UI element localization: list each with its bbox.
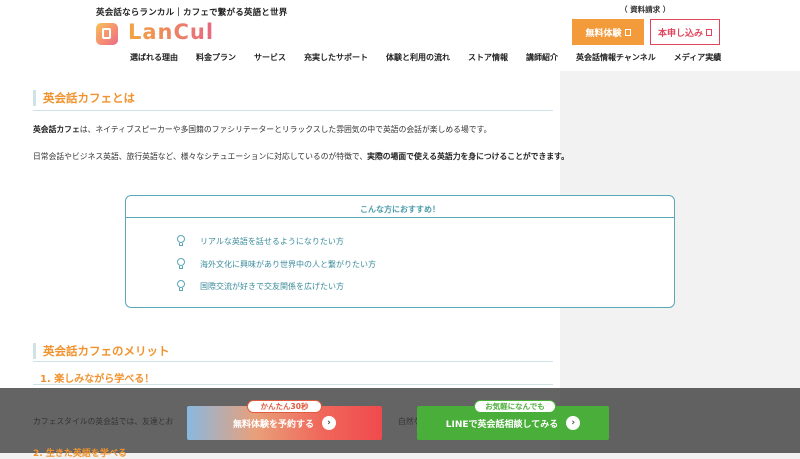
lightbulb-icon (176, 280, 186, 292)
free-trial-button[interactable]: 無料体験 (572, 19, 644, 45)
section-heading-what-is: 英会話カフェとは (33, 90, 135, 106)
section-heading-merits: 英会話カフェのメリット (33, 343, 170, 359)
recommend-divider (126, 217, 674, 218)
main-nav: 選ばれる理由 料金プラン サービス 充実したサポート 体験と利用の流れ ストア情… (130, 52, 739, 66)
logo-icon (96, 23, 118, 45)
line-badge: お気軽になんでも (474, 400, 556, 413)
line-consult-label: LINEで英会話相談してみる (445, 419, 559, 430)
recommend-item: リアルな英語を話せるようになりたい方 (176, 235, 344, 247)
nav-item-media[interactable]: メディア実績 (674, 52, 721, 66)
nav-item-channel[interactable]: 英会話情報チャンネル (576, 52, 656, 66)
nav-item-services[interactable]: サービス (254, 52, 286, 66)
nav-item-flow[interactable]: 体験と利用の流れ (386, 52, 450, 66)
intro-paragraph: 英会話カフェは、ネイティブスピーカーや多国籍のファシリテーターとリラックスした雰… (33, 124, 491, 135)
merit-subheading-1: 1. 楽しみながら学べる！ (40, 374, 155, 385)
trial-badge: かんたん30秒 (247, 400, 322, 413)
apply-button[interactable]: 本申し込み (650, 19, 720, 45)
nav-item-stores[interactable]: ストア情報 (468, 52, 508, 66)
recommend-box: こんな方におすすめ！ リアルな英語を話せるようになりたい方 海外文化に興味があり… (125, 195, 675, 308)
nav-item-support[interactable]: 充実したサポート (304, 52, 368, 66)
intro-bold: 英会話カフェ (33, 125, 80, 134)
recommend-item: 海外文化に興味があり世界中の人と繋がりたい方 (176, 258, 376, 270)
nav-item-pricing[interactable]: 料金プラン (196, 52, 236, 66)
nav-item-teachers[interactable]: 講師紹介 (526, 52, 558, 66)
lightbulb-icon (176, 235, 186, 247)
heading-underline (33, 110, 553, 111)
external-link-icon (624, 28, 631, 36)
recommend-item: 国際交流が好きで交友関係を広げたい方 (176, 280, 344, 292)
arrow-right-icon: › (566, 416, 581, 430)
feature-bold: 実際の場面で使える英語力を身につけることができます。 (367, 152, 569, 161)
nav-item-reasons[interactable]: 選ばれる理由 (130, 52, 178, 66)
site-header: 英会話ならランカル｜カフェで繋がる英語と世界 LanCul （ 資料請求 ） 無… (0, 0, 800, 71)
recommend-item-text: リアルな英語を話せるようになりたい方 (200, 236, 344, 246)
recommend-item-text: 海外文化に興味があり世界中の人と繋がりたい方 (200, 259, 376, 269)
feature-rest: 日常会話やビジネス英語、旅行英語など、様々なシチュエーションに対応しているのが特… (33, 152, 368, 161)
intro-rest: は、ネイティブスピーカーや多国籍のファシリテーターとリラックスした雰囲気の中で英… (79, 125, 492, 134)
book-trial-label: 無料体験を予約する (232, 419, 314, 430)
free-trial-label: 無料体験 (585, 28, 622, 39)
document-request-link[interactable]: （ 資料請求 ） (620, 4, 670, 15)
site-tagline: 英会話ならランカル｜カフェで繋がる英語と世界 (96, 8, 288, 18)
recommend-item-text: 国際交流が好きで交友関係を広げたい方 (200, 281, 344, 291)
feature-paragraph: 日常会話やビジネス英語、旅行英語など、様々なシチュエーションに対応しているのが特… (33, 151, 569, 162)
subheading-underline (33, 384, 553, 385)
arrow-right-icon: › (322, 416, 336, 430)
site-logo[interactable]: LanCul (96, 20, 224, 48)
apply-label: 本申し込み (657, 28, 703, 39)
heading-underline (33, 361, 553, 362)
logo-text: LanCul (128, 20, 215, 44)
recommend-title: こんな方におすすめ！ (360, 205, 440, 214)
external-link-icon (706, 28, 712, 36)
lightbulb-icon (176, 258, 186, 270)
merit-paragraph-left: カフェスタイルの英会話では、友達とお (33, 417, 174, 426)
